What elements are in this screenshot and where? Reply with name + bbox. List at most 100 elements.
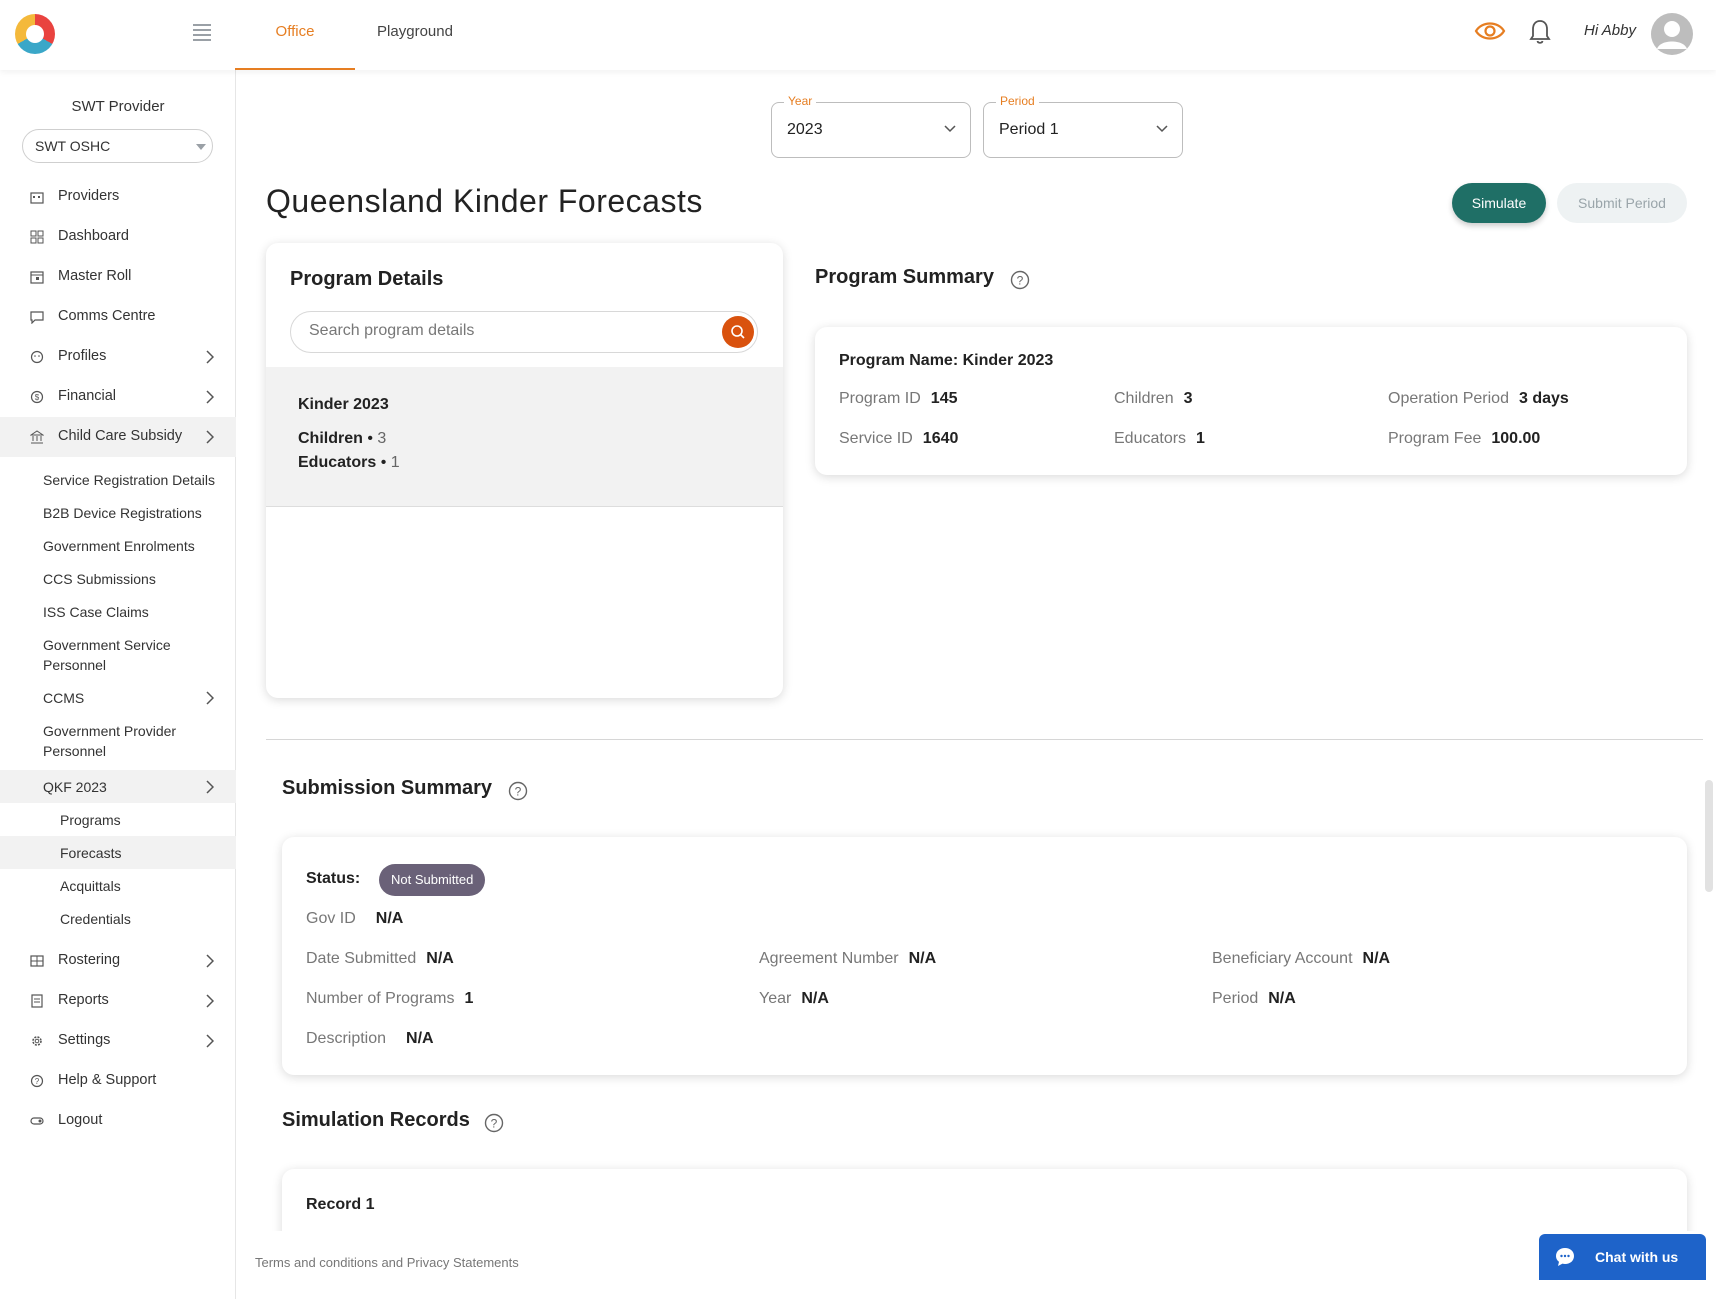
sidebar-subitem-gov-provider-personnel[interactable]: Government Provider Personnel bbox=[0, 721, 236, 771]
scrollbar[interactable] bbox=[1705, 780, 1713, 892]
grid-icon bbox=[30, 230, 44, 244]
sidebar-subitem-label: Government Enrolments bbox=[43, 538, 195, 554]
menu-toggle-icon[interactable] bbox=[193, 24, 211, 41]
sidebar-subitem-forecasts[interactable]: Forecasts bbox=[0, 836, 236, 869]
table-icon bbox=[30, 955, 44, 967]
gov-id-field: Gov ID N/A bbox=[306, 910, 403, 928]
program-children: Children • 3 bbox=[298, 430, 387, 447]
app-logo[interactable] bbox=[15, 14, 55, 54]
submission-summary-card: Status: Not Submitted Gov ID N/A Date Sub… bbox=[282, 837, 1687, 1075]
provider-select[interactable]: SWT OSHC bbox=[22, 129, 213, 163]
search-button[interactable] bbox=[722, 316, 754, 348]
chevron-right-icon bbox=[206, 691, 214, 705]
chat-bubble-icon bbox=[1556, 1248, 1574, 1266]
sidebar-subitem-label: CCS Submissions bbox=[43, 571, 156, 587]
year-field: Year N/A bbox=[759, 990, 829, 1008]
sidebar-item-child-care-subsidy[interactable]: Child Care Subsidy bbox=[0, 417, 236, 457]
help-icon[interactable]: ? bbox=[484, 1113, 504, 1133]
sidebar-subitem-ccs-submissions[interactable]: CCS Submissions bbox=[0, 569, 236, 602]
sidebar-item-master-roll[interactable]: Master Roll bbox=[0, 257, 236, 297]
sidebar-subitem-gov-service-personnel[interactable]: Government Service Personnel bbox=[0, 635, 236, 685]
description-field: Description N/A bbox=[306, 1030, 434, 1048]
sidebar-subitem-gov-enrolments[interactable]: Government Enrolments bbox=[0, 536, 236, 569]
sidebar-subitem-label: CCMS bbox=[43, 690, 85, 706]
report-icon bbox=[31, 994, 43, 1008]
bank-icon bbox=[30, 430, 44, 444]
chat-button[interactable]: Chat with us bbox=[1539, 1234, 1706, 1280]
field-label: Agreement Number bbox=[759, 950, 899, 967]
sidebar-subitem-label: QKF 2023 bbox=[43, 779, 107, 795]
sidebar-subitem-b2b-device[interactable]: B2B Device Registrations bbox=[0, 503, 236, 536]
sidebar-subitem-service-registration[interactable]: Service Registration Details bbox=[0, 470, 236, 503]
avatar[interactable] bbox=[1651, 13, 1693, 55]
children-field: Children 3 bbox=[1114, 390, 1193, 408]
top-bar: Office Playground Hi Abby bbox=[0, 0, 1716, 70]
field-value: N/A bbox=[375, 910, 404, 927]
date-submitted-field: Date Submitted N/A bbox=[306, 950, 454, 968]
sidebar-subitem-label: Programs bbox=[60, 812, 121, 828]
sidebar-item-financial[interactable]: $ Financial bbox=[0, 377, 236, 417]
field-label: Program ID bbox=[839, 390, 921, 407]
calendar-icon bbox=[30, 271, 44, 284]
sidebar-subitem-ccms[interactable]: CCMS bbox=[0, 688, 236, 721]
list-item[interactable]: Kinder 2023 Children • 3 Educators • 1 bbox=[266, 367, 783, 507]
submit-period-button[interactable]: Submit Period bbox=[1557, 183, 1687, 223]
sidebar-item-comms-centre[interactable]: Comms Centre bbox=[0, 297, 236, 337]
bell-icon[interactable] bbox=[1528, 18, 1552, 46]
sidebar-item-profiles[interactable]: Profiles bbox=[0, 337, 236, 377]
sidebar-item-settings[interactable]: Settings bbox=[0, 1021, 236, 1061]
sidebar-item-label: Help & Support bbox=[58, 1072, 157, 1088]
program-id-field: Program ID 145 bbox=[839, 390, 958, 408]
sidebar-item-providers[interactable]: Providers bbox=[0, 177, 236, 217]
sidebar-subitem-label: Forecasts bbox=[60, 845, 122, 861]
status-label: Status: bbox=[306, 870, 361, 887]
sidebar-item-rostering[interactable]: Rostering bbox=[0, 941, 236, 981]
svg-text:?: ? bbox=[1017, 274, 1024, 288]
help-icon[interactable]: ? bbox=[1010, 270, 1030, 290]
field-label: Educators bbox=[1114, 430, 1187, 447]
sidebar-item-dashboard[interactable]: Dashboard bbox=[0, 217, 236, 257]
user-silhouette-icon bbox=[1657, 21, 1687, 49]
field-value: 145 bbox=[930, 390, 958, 407]
chevron-right-icon bbox=[206, 390, 214, 404]
chevron-right-icon bbox=[206, 1034, 214, 1048]
period-select[interactable]: Period Period 1 bbox=[983, 94, 1183, 158]
sidebar-subitem-label: Government Service Personnel bbox=[43, 637, 171, 673]
provider-select-value: SWT OSHC bbox=[35, 138, 111, 154]
provider-label: SWT Provider bbox=[71, 98, 165, 115]
terms-link[interactable]: Terms and conditions and Privacy Stateme… bbox=[255, 1255, 519, 1270]
simulate-button[interactable]: Simulate bbox=[1452, 183, 1546, 223]
svg-text:?: ? bbox=[491, 1117, 498, 1131]
children-value: 3 bbox=[377, 430, 387, 447]
sidebar-subitem-acquittals[interactable]: Acquittals bbox=[0, 869, 236, 902]
chevron-right-icon bbox=[206, 350, 214, 364]
sidebar-item-logout[interactable]: Logout bbox=[0, 1101, 236, 1141]
field-value: 3 bbox=[1183, 390, 1193, 407]
section-divider bbox=[266, 739, 1703, 740]
sidebar-subitem-credentials[interactable]: Credentials bbox=[0, 902, 236, 935]
help-icon[interactable]: ? bbox=[508, 781, 528, 801]
main-content: Year 2023 Period Period 1 Queensland Kin… bbox=[236, 70, 1716, 1299]
search-input[interactable] bbox=[309, 322, 699, 340]
field-label: Year bbox=[759, 990, 792, 1007]
sidebar-subitem-iss-case-claims[interactable]: ISS Case Claims bbox=[0, 602, 236, 635]
sidebar-item-label: Financial bbox=[58, 388, 117, 404]
tab-office[interactable]: Office bbox=[235, 0, 355, 70]
chevron-down-icon bbox=[944, 125, 956, 133]
sidebar-item-label: Logout bbox=[58, 1112, 103, 1128]
tab-playground[interactable]: Playground bbox=[355, 0, 475, 70]
sidebar-item-reports[interactable]: Reports bbox=[0, 981, 236, 1021]
year-select[interactable]: Year 2023 bbox=[771, 94, 971, 158]
building-icon bbox=[30, 192, 44, 204]
sidebar-item-help-support[interactable]: ? Help & Support bbox=[0, 1061, 236, 1101]
eye-icon[interactable] bbox=[1474, 18, 1506, 44]
sidebar-item-label: Reports bbox=[58, 992, 109, 1008]
field-label: Date Submitted bbox=[306, 950, 417, 967]
sidebar-subitem-qkf-2023[interactable]: QKF 2023 bbox=[0, 770, 236, 803]
field-label: Beneficiary Account bbox=[1212, 950, 1353, 967]
chevron-right-icon bbox=[206, 994, 214, 1008]
sidebar-item-label: Child Care Subsidy bbox=[58, 428, 183, 444]
sidebar-subitem-programs[interactable]: Programs bbox=[0, 803, 236, 836]
chevron-down-icon bbox=[1156, 125, 1168, 133]
status-badge: Not Submitted bbox=[379, 864, 486, 896]
